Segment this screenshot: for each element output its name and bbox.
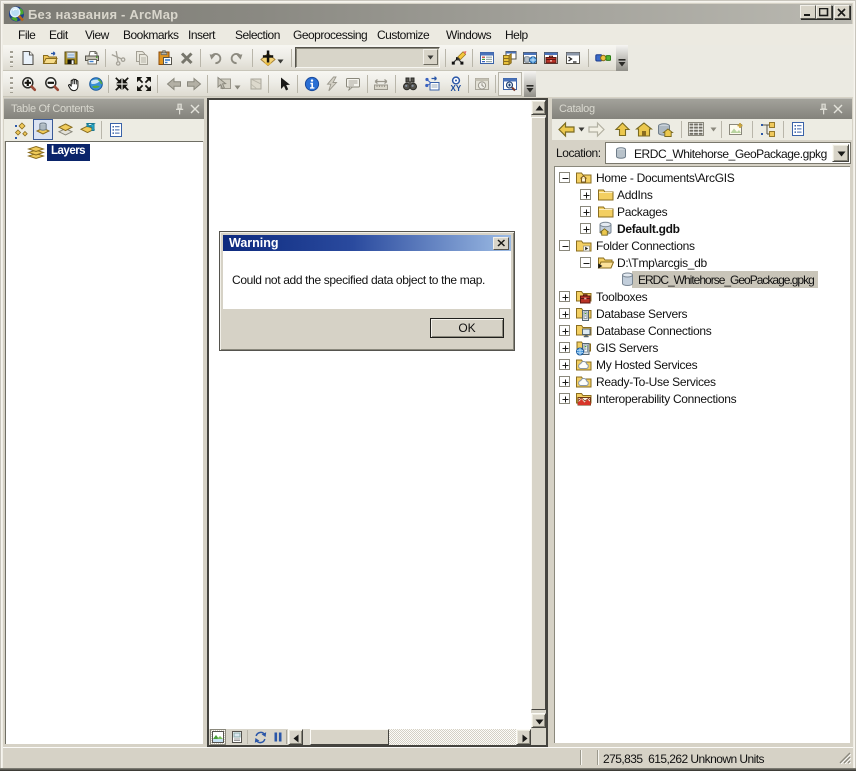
- svg-text:XY: XY: [451, 84, 462, 92]
